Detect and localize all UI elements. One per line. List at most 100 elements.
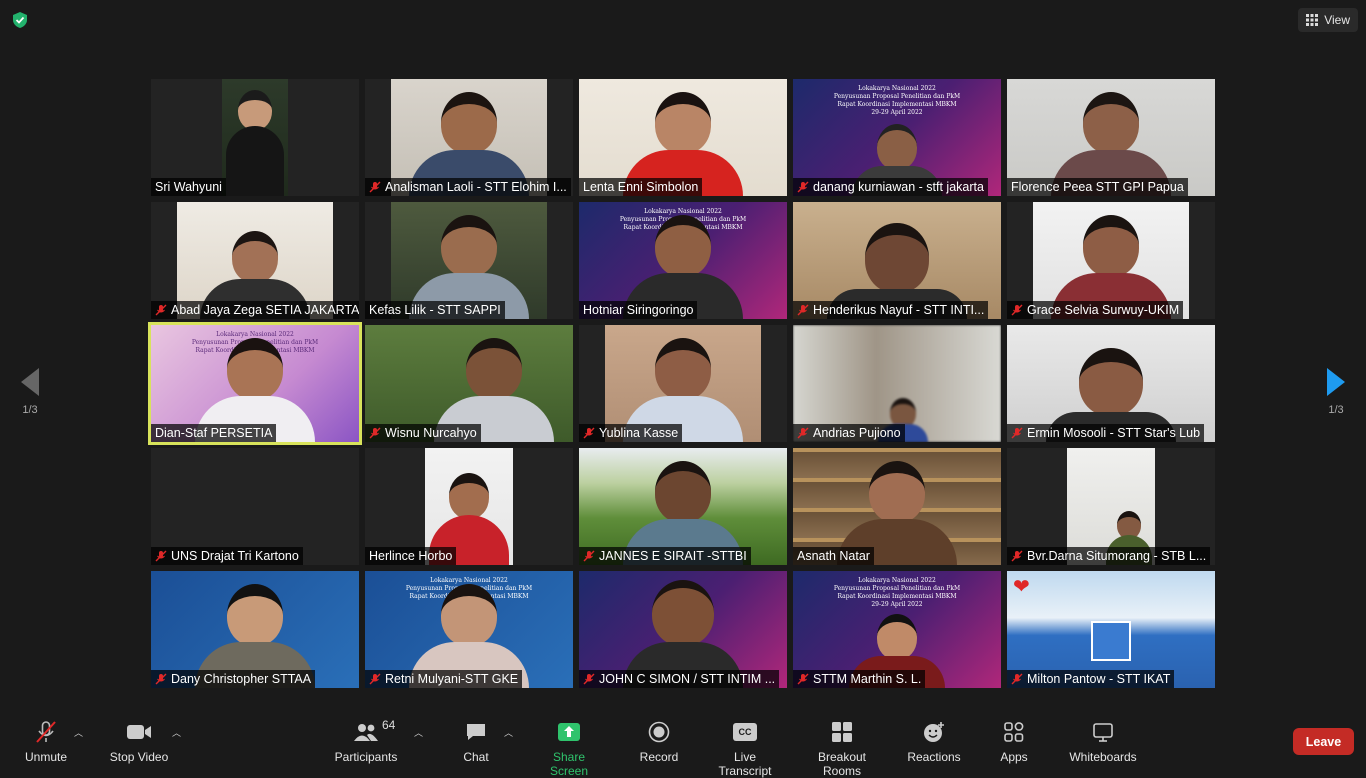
unmute-button[interactable]: Unmute — [22, 720, 70, 764]
participant-name: Florence Peea STT GPI Papua — [1007, 178, 1188, 196]
participant-name: Henderikus Nayuf - STT INTI... — [793, 301, 989, 319]
video-options-caret-icon[interactable]: ︿ — [172, 726, 181, 739]
next-page-nav[interactable]: 1/3 — [1316, 368, 1356, 416]
participant-name: Ermin Mosooli - STT Star's Lub — [1007, 424, 1205, 442]
muted-mic-icon — [583, 550, 595, 562]
breakout-rooms-icon — [832, 722, 852, 742]
muted-mic-icon — [797, 673, 809, 685]
participant-name: Kefas Lilik - STT SAPPI — [365, 301, 505, 319]
video-tile[interactable]: Kefas Lilik - STT SAPPI — [365, 202, 573, 319]
video-tile[interactable]: Sri Wahyuni — [151, 79, 359, 196]
muted-mic-icon — [1011, 673, 1023, 685]
video-tile-no-video[interactable]: UNS Drajat Tri Kartono — [151, 448, 359, 565]
muted-mic-icon — [369, 427, 381, 439]
chat-bubble-icon — [467, 724, 485, 740]
video-tile[interactable]: ❤ Milton Pantow - STT IKAT — [1007, 571, 1215, 688]
muted-mic-icon — [797, 181, 809, 193]
apps-icon — [1004, 722, 1024, 742]
video-tile[interactable]: Abad Jaya Zega SETIA JAKARTA — [151, 202, 359, 319]
record-label: Record — [639, 750, 679, 764]
muted-mic-icon — [369, 181, 381, 193]
muted-mic-icon — [583, 427, 595, 439]
participant-name: Asnath Natar — [793, 547, 874, 565]
participant-name: Analisman Laoli - STT Elohim I... — [365, 178, 571, 196]
video-tile[interactable]: Dany Christopher STTAA — [151, 571, 359, 688]
unmute-label: Unmute — [24, 750, 68, 764]
chat-options-caret-icon[interactable]: ︿ — [504, 726, 513, 739]
next-page-arrow-icon[interactable] — [1327, 368, 1345, 396]
video-tile-active-speaker[interactable]: Lokakarya Nasional 2022Penyusunan Propos… — [148, 322, 362, 445]
security-shield-icon[interactable] — [11, 11, 29, 29]
participant-name: Lenta Enni Simbolon — [579, 178, 703, 196]
muted-mic-icon — [797, 304, 809, 316]
participants-button[interactable]: 64 Participants — [334, 718, 398, 764]
muted-microphone-icon — [36, 721, 56, 743]
video-tile[interactable]: Henderikus Nayuf - STT INTI... — [793, 202, 1001, 319]
view-button[interactable]: View — [1298, 8, 1358, 32]
participant-name: Retni Mulyani-STT GKE — [365, 670, 523, 688]
video-tile[interactable]: JOHN C SIMON / STT INTIM ... — [579, 571, 787, 688]
record-button[interactable]: Record — [638, 720, 680, 764]
video-tile[interactable]: Andrias Pujiono — [793, 325, 1001, 442]
participant-name: JOHN C SIMON / STT INTIM ... — [579, 670, 780, 688]
live-transcript-button[interactable]: CC Live Transcript — [706, 720, 784, 778]
stop-video-button[interactable]: Stop Video — [108, 720, 170, 764]
reactions-button[interactable]: Reactions — [906, 720, 962, 764]
video-feed — [222, 79, 288, 196]
video-tile[interactable]: Herlince Horbo — [365, 448, 573, 565]
video-tile[interactable]: Bvr.Darna Situmorang - STB L... — [1007, 448, 1215, 565]
breakout-rooms-button[interactable]: Breakout Rooms — [798, 720, 886, 778]
audio-options-caret-icon[interactable]: ︿ — [74, 726, 83, 739]
participants-icon — [354, 724, 378, 741]
video-tile[interactable]: Wisnu Nurcahyo — [365, 325, 573, 442]
event-banner-text: Lokakarya Nasional 2022Penyusunan Propos… — [833, 85, 961, 116]
whiteboard-icon — [1093, 723, 1113, 742]
participant-silhouette — [226, 90, 284, 196]
prev-page-indicator: 1/3 — [22, 404, 38, 416]
breakout-rooms-label: Breakout Rooms — [817, 750, 867, 778]
video-tile[interactable]: Yublina Kasse — [579, 325, 787, 442]
participant-name: Grace Selvia Surwuy-UKIM — [1007, 301, 1184, 319]
whiteboards-button[interactable]: Whiteboards — [1068, 720, 1138, 764]
muted-mic-icon — [155, 673, 167, 685]
participant-name: Andrias Pujiono — [793, 424, 905, 442]
view-label: View — [1324, 13, 1350, 27]
video-tile[interactable]: Lokakarya Nasional 2022Penyusunan Propos… — [579, 202, 787, 319]
video-tile[interactable]: Grace Selvia Surwuy-UKIM — [1007, 202, 1215, 319]
leave-meeting-button[interactable]: Leave — [1293, 728, 1354, 755]
chat-label: Chat — [463, 750, 489, 764]
participants-options-caret-icon[interactable]: ︿ — [414, 726, 423, 739]
live-transcript-label: Live Transcript — [718, 750, 772, 778]
video-tile[interactable]: Lokakarya Nasional 2022Penyusunan Propos… — [793, 79, 1001, 196]
chat-button[interactable]: Chat — [456, 720, 496, 764]
participant-name: Bvr.Darna Situmorang - STB L... — [1007, 547, 1211, 565]
participant-name: Wisnu Nurcahyo — [365, 424, 481, 442]
prev-page-nav[interactable]: 1/3 — [10, 368, 50, 416]
apps-button[interactable]: Apps — [996, 720, 1032, 764]
participant-name: Yublina Kasse — [579, 424, 683, 442]
participant-name: Milton Pantow - STT IKAT — [1007, 670, 1175, 688]
muted-mic-icon — [155, 550, 167, 562]
video-tile[interactable]: Lokakarya Nasional 2022Penyusunan Propos… — [365, 571, 573, 688]
muted-mic-icon — [155, 304, 167, 316]
participant-name: Herlince Horbo — [365, 547, 457, 565]
video-tile[interactable]: Lenta Enni Simbolon — [579, 79, 787, 196]
event-banner-text: Lokakarya Nasional 2022Penyusunan Propos… — [833, 577, 961, 608]
apps-label: Apps — [1000, 750, 1028, 764]
muted-mic-icon — [583, 673, 595, 685]
video-tile[interactable]: Ermin Mosooli - STT Star's Lub — [1007, 325, 1215, 442]
participant-name: UNS Drajat Tri Kartono — [151, 547, 303, 565]
video-tile[interactable]: Lokakarya Nasional 2022Penyusunan Propos… — [793, 571, 1001, 688]
video-tile[interactable]: Florence Peea STT GPI Papua — [1007, 79, 1215, 196]
prev-page-arrow-icon[interactable] — [21, 368, 39, 396]
grid-view-icon — [1306, 14, 1319, 26]
video-tile[interactable]: Analisman Laoli - STT Elohim I... — [365, 79, 573, 196]
video-tile[interactable]: Asnath Natar — [793, 448, 1001, 565]
stop-video-label: Stop Video — [109, 750, 169, 764]
share-screen-arrow-icon — [558, 723, 580, 741]
gallery-grid: Sri Wahyuni Analisman Laoli - STT Elohim… — [148, 79, 1215, 688]
meeting-toolbar: Unmute ︿ Stop Video ︿ 64 Participants ︿ … — [0, 710, 1366, 778]
video-tile[interactable]: JANNES E SIRAIT -STTBI — [579, 448, 787, 565]
share-screen-button[interactable]: Share Screen — [533, 720, 605, 778]
muted-mic-icon — [1011, 427, 1023, 439]
